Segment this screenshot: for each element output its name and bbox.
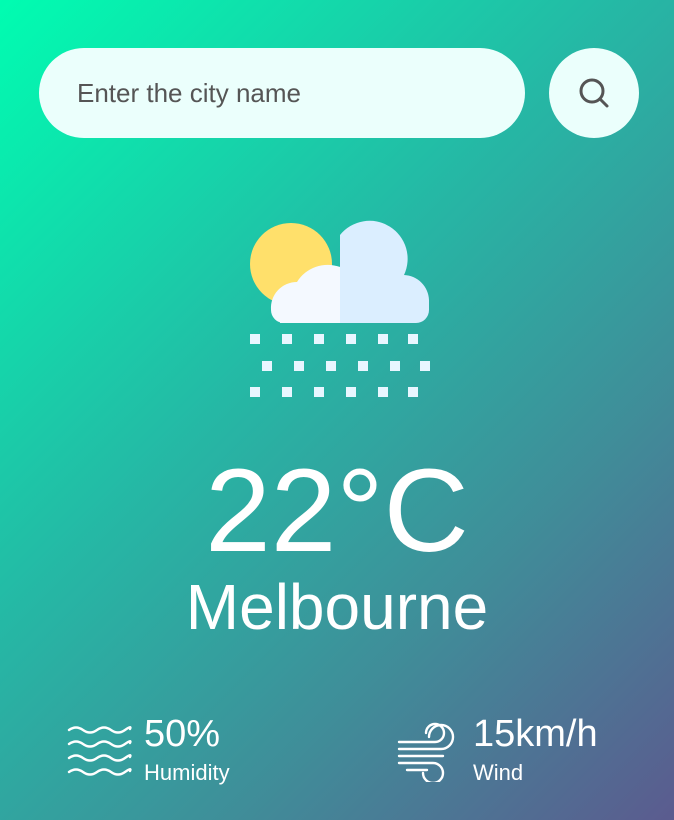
search-bar: [39, 48, 639, 138]
search-icon: [579, 78, 609, 108]
wind-value: 15km/h: [473, 713, 598, 755]
city-search-input[interactable]: [39, 48, 525, 138]
sun-cloud-snow-icon: [250, 220, 430, 397]
city-name: Melbourne: [185, 571, 489, 643]
wind-label: Wind: [473, 760, 524, 785]
humidity-label: Humidity: [144, 760, 230, 785]
temperature: 22°C: [205, 445, 469, 577]
humidity-waves-icon: [67, 726, 132, 776]
weather-card: 22°C Melbourne 50% Humidity 15km/h Wind: [0, 0, 674, 820]
search-button[interactable]: [549, 48, 639, 138]
humidity-value: 50%: [144, 713, 221, 755]
wind-icon: [397, 722, 455, 782]
humidity-detail: 50% Humidity: [66, 712, 306, 792]
wind-detail: 15km/h Wind: [395, 712, 635, 792]
